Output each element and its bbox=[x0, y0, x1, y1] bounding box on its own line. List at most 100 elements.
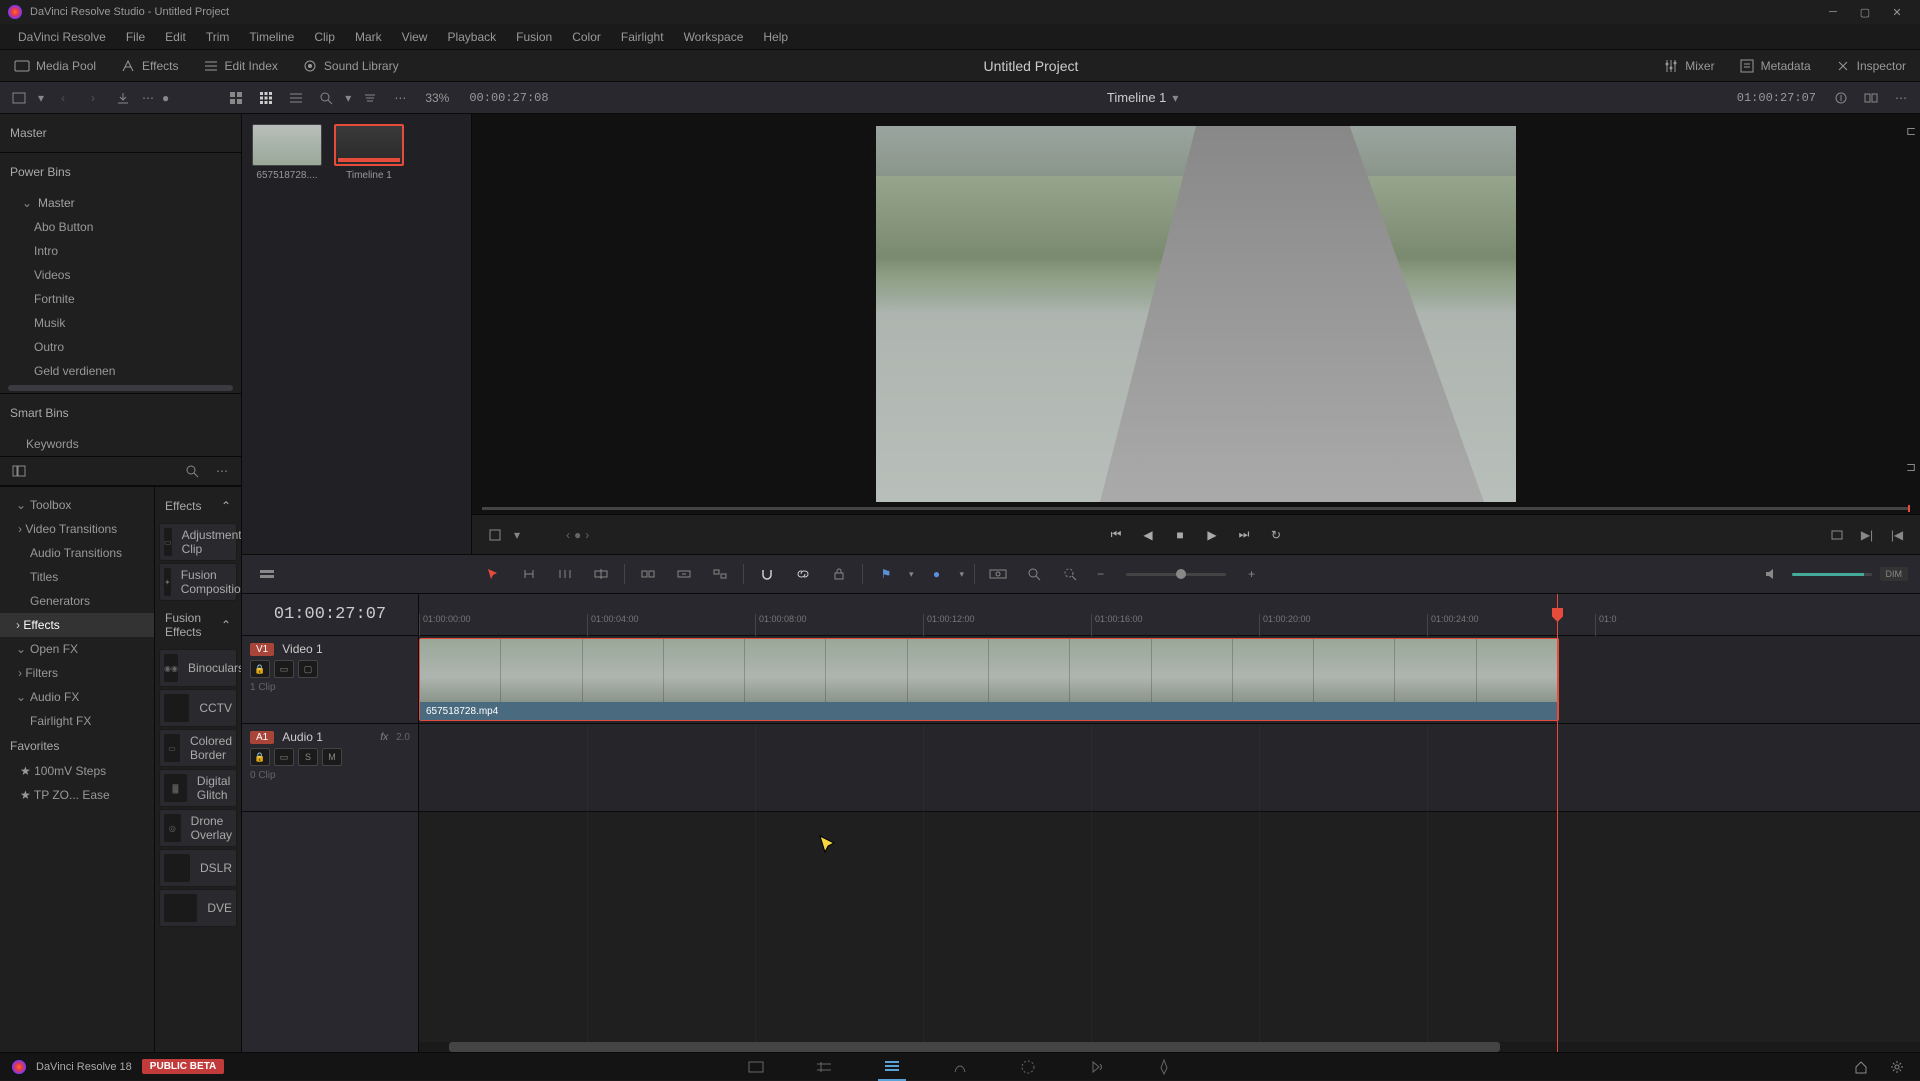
metadata-toggle[interactable]: Metadata bbox=[1735, 54, 1815, 78]
next-edit-icon[interactable]: › bbox=[585, 528, 589, 542]
blade-tool-icon[interactable] bbox=[588, 561, 614, 587]
fx-drone-overlay[interactable]: ◎Drone Overlay bbox=[159, 809, 237, 847]
lock-icon[interactable] bbox=[826, 561, 852, 587]
menu-view[interactable]: View bbox=[392, 26, 438, 48]
fx-search-icon[interactable] bbox=[181, 460, 203, 482]
fx-audio-transitions[interactable]: Audio Transitions bbox=[0, 541, 154, 565]
fav-100mv[interactable]: ★ 100mV Steps bbox=[0, 759, 154, 783]
zoom-out-icon[interactable]: − bbox=[1093, 567, 1108, 581]
timeline-scrollbar[interactable] bbox=[419, 1042, 1920, 1052]
fav-tpzo[interactable]: ★ TP ZO... Ease bbox=[0, 783, 154, 807]
fx-fairlight[interactable]: Fairlight FX bbox=[0, 709, 154, 733]
match-frame-icon[interactable] bbox=[1826, 524, 1848, 546]
bypass-icon[interactable] bbox=[1830, 87, 1852, 109]
search-icon[interactable] bbox=[315, 87, 337, 109]
go-start-icon[interactable]: ⏮ bbox=[1104, 523, 1128, 547]
menu-timeline[interactable]: Timeline bbox=[239, 26, 304, 48]
fx-titles[interactable]: Titles bbox=[0, 565, 154, 589]
zoom-detail-icon[interactable] bbox=[1021, 561, 1047, 587]
a1-badge[interactable]: A1 bbox=[250, 731, 274, 744]
deliver-page-icon[interactable] bbox=[1150, 1053, 1178, 1081]
dynamic-trim-icon[interactable] bbox=[552, 561, 578, 587]
bin-intro[interactable]: Intro bbox=[0, 239, 241, 263]
menu-app[interactable]: DaVinci Resolve bbox=[8, 26, 116, 48]
fx-dslr[interactable]: DSLR bbox=[159, 849, 237, 887]
fx-digital-glitch[interactable]: ▓Digital Glitch bbox=[159, 769, 237, 807]
bin-view-icon[interactable] bbox=[8, 87, 30, 109]
bin-videos[interactable]: Videos bbox=[0, 263, 241, 287]
edit-page-icon[interactable] bbox=[878, 1053, 906, 1081]
video-clip[interactable]: 657518728.mp4 bbox=[419, 638, 1559, 721]
flag-icon[interactable]: ⚑ bbox=[873, 561, 899, 587]
bin-keywords[interactable]: Keywords bbox=[0, 432, 241, 456]
inspector-toggle[interactable]: Inspector bbox=[1831, 54, 1910, 78]
media-page-icon[interactable] bbox=[742, 1053, 770, 1081]
viewer[interactable]: ⊏ ⊐ bbox=[472, 114, 1920, 514]
zoom-in-icon[interactable]: + bbox=[1244, 567, 1259, 581]
a1-lock-icon[interactable]: 🔒 bbox=[250, 748, 270, 766]
next-clip-icon[interactable]: ▶| bbox=[1856, 524, 1878, 546]
video-track-header[interactable]: V1 Video 1 🔒 ▭ ▢ 1 Clip bbox=[242, 636, 418, 724]
fx-filters[interactable]: › Filters bbox=[0, 661, 154, 685]
crop-icon[interactable] bbox=[484, 524, 506, 546]
nav-fwd-icon[interactable]: › bbox=[82, 87, 104, 109]
thumb-view-icon[interactable] bbox=[225, 87, 247, 109]
home-icon[interactable] bbox=[1850, 1056, 1872, 1078]
bin-outro[interactable]: Outro bbox=[0, 335, 241, 359]
fx-binoculars[interactable]: ◉◉Binoculars bbox=[159, 649, 237, 687]
more-icon[interactable]: ⋯ bbox=[389, 87, 411, 109]
minimize-button[interactable]: ─ bbox=[1818, 2, 1848, 22]
zoom-slider[interactable] bbox=[1126, 573, 1226, 576]
in-point-icon[interactable]: ⊏ bbox=[1906, 124, 1916, 138]
menu-clip[interactable]: Clip bbox=[304, 26, 345, 48]
loop-icon[interactable]: ↻ bbox=[1264, 523, 1288, 547]
openfx-node[interactable]: ⌄Open FX bbox=[0, 637, 154, 661]
volume-slider[interactable] bbox=[1792, 573, 1872, 576]
collapse-icon[interactable]: ⌃ bbox=[221, 618, 231, 632]
crop-dropdown-icon[interactable]: ▾ bbox=[514, 528, 520, 542]
timeline-ruler[interactable]: 01:00:00:00 01:00:04:00 01:00:08:00 01:0… bbox=[419, 594, 1920, 636]
toolbox-node[interactable]: ⌄Toolbox bbox=[0, 493, 154, 517]
prev-clip-icon[interactable]: |◀ bbox=[1886, 524, 1908, 546]
color-page-icon[interactable] bbox=[1014, 1053, 1042, 1081]
go-end-icon[interactable]: ⏭ bbox=[1232, 523, 1256, 547]
menu-playback[interactable]: Playback bbox=[437, 26, 506, 48]
timeline-name[interactable]: Timeline 1 bbox=[1107, 90, 1166, 105]
overwrite-icon[interactable] bbox=[671, 561, 697, 587]
playhead[interactable] bbox=[1557, 594, 1558, 1052]
edit-index-toggle[interactable]: Edit Index bbox=[199, 54, 282, 78]
zoom-custom-icon[interactable] bbox=[1057, 561, 1083, 587]
play-icon[interactable]: ▶ bbox=[1200, 523, 1224, 547]
trim-tool-icon[interactable] bbox=[516, 561, 542, 587]
bin-geld[interactable]: Geld verdienen bbox=[0, 359, 241, 383]
selection-tool-icon[interactable] bbox=[480, 561, 506, 587]
media-clip-1[interactable]: 657518728.... bbox=[252, 124, 322, 181]
sound-library-toggle[interactable]: Sound Library bbox=[298, 54, 403, 78]
fx-effects[interactable]: › Effects bbox=[0, 613, 154, 637]
mute-icon[interactable] bbox=[1758, 561, 1784, 587]
menu-fairlight[interactable]: Fairlight bbox=[611, 26, 674, 48]
settings-icon[interactable] bbox=[1886, 1056, 1908, 1078]
v1-disable-icon[interactable]: ▢ bbox=[298, 660, 318, 678]
fx-dve[interactable]: DVE bbox=[159, 889, 237, 927]
menu-fusion[interactable]: Fusion bbox=[506, 26, 562, 48]
v1-auto-select-icon[interactable]: ▭ bbox=[274, 660, 294, 678]
list-view-icon[interactable] bbox=[285, 87, 307, 109]
menu-mark[interactable]: Mark bbox=[345, 26, 392, 48]
timeline-tracks[interactable]: 01:00:00:00 01:00:04:00 01:00:08:00 01:0… bbox=[419, 594, 1920, 1052]
timeline-view-icon[interactable] bbox=[254, 561, 280, 587]
menu-edit[interactable]: Edit bbox=[155, 26, 196, 48]
close-button[interactable]: ✕ bbox=[1882, 2, 1912, 22]
bin-musik[interactable]: Musik bbox=[0, 311, 241, 335]
snap-icon[interactable] bbox=[754, 561, 780, 587]
fx-fusion-comp[interactable]: ✦Fusion Composition bbox=[159, 563, 237, 601]
fusion-page-icon[interactable] bbox=[946, 1053, 974, 1081]
fx-adjustment-clip[interactable]: ▭Adjustment Clip bbox=[159, 523, 237, 561]
bin-fortnite[interactable]: Fortnite bbox=[0, 287, 241, 311]
replace-icon[interactable] bbox=[707, 561, 733, 587]
menu-trim[interactable]: Trim bbox=[196, 26, 240, 48]
v1-badge[interactable]: V1 bbox=[250, 643, 274, 656]
marker-dropdown-icon[interactable]: ▾ bbox=[960, 569, 965, 580]
sort-icon[interactable] bbox=[359, 87, 381, 109]
fx-more-icon[interactable]: ⋯ bbox=[211, 460, 233, 482]
